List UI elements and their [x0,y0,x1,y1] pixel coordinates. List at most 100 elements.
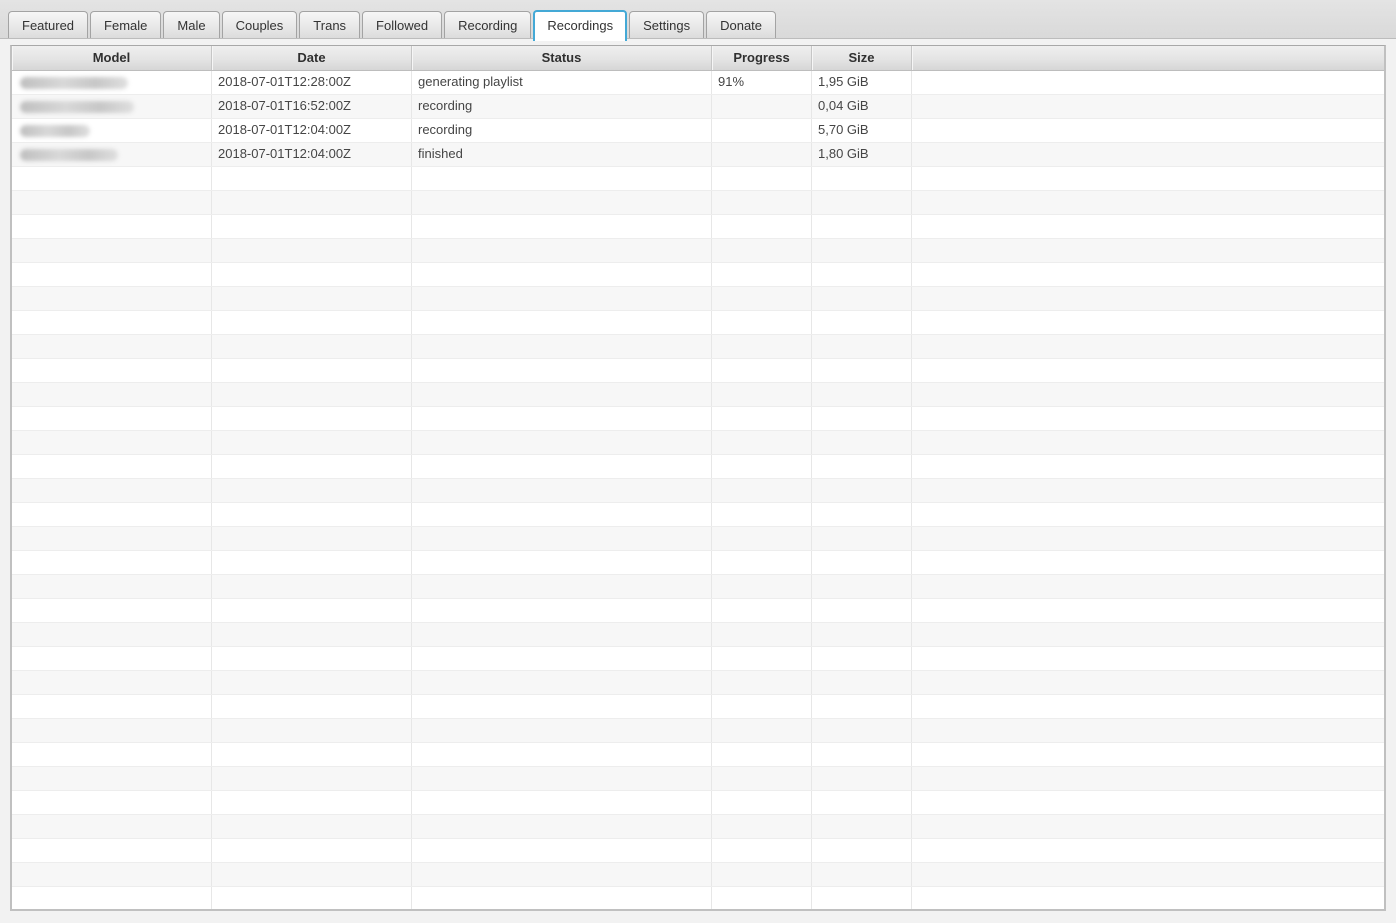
cell-date [212,695,412,718]
table-row[interactable] [12,599,1384,623]
table-row[interactable] [12,455,1384,479]
table-row[interactable] [12,215,1384,239]
cell-progress [712,359,812,382]
cell-size [812,431,912,454]
table-row[interactable] [12,719,1384,743]
table-row[interactable] [12,263,1384,287]
cell-model [12,383,212,406]
table-row[interactable] [12,359,1384,383]
cell-model [12,623,212,646]
tab-female[interactable]: Female [90,11,161,38]
table-row[interactable] [12,167,1384,191]
tab-male[interactable]: Male [163,11,219,38]
table-row[interactable] [12,287,1384,311]
cell-progress [712,311,812,334]
table-row[interactable] [12,863,1384,887]
cell-filler [912,671,1384,694]
column-header-size[interactable]: Size [812,46,912,70]
table-row[interactable]: 2018-07-01T16:52:00Zrecording0,04 GiB [12,95,1384,119]
cell-filler [912,239,1384,262]
cell-progress [712,839,812,862]
cell-date [212,431,412,454]
table-row[interactable] [12,503,1384,527]
table-row[interactable] [12,311,1384,335]
table-row[interactable] [12,815,1384,839]
cell-status [412,815,712,838]
cell-progress: 91% [712,71,812,94]
cell-model [12,167,212,190]
table-row[interactable] [12,527,1384,551]
cell-date [212,383,412,406]
cell-filler [912,119,1384,142]
cell-progress [712,599,812,622]
cell-date [212,791,412,814]
cell-progress [712,791,812,814]
tab-recordings[interactable]: Recordings [533,10,627,41]
cell-date [212,863,412,886]
tab-followed[interactable]: Followed [362,11,442,38]
table-row[interactable] [12,191,1384,215]
table-row[interactable] [12,431,1384,455]
table-row[interactable] [12,239,1384,263]
cell-status [412,455,712,478]
cell-model [12,191,212,214]
table-row[interactable] [12,479,1384,503]
cell-size [812,815,912,838]
tab-featured[interactable]: Featured [8,11,88,38]
cell-status [412,167,712,190]
cell-date [212,215,412,238]
cell-model [12,887,212,910]
tab-couples[interactable]: Couples [222,11,298,38]
tab-recording[interactable]: Recording [444,11,531,38]
column-header-model[interactable]: Model [12,46,212,70]
table-row[interactable] [12,407,1384,431]
cell-filler [912,287,1384,310]
tab-trans[interactable]: Trans [299,11,360,38]
table-row[interactable] [12,743,1384,767]
cell-status [412,383,712,406]
table-row[interactable] [12,575,1384,599]
cell-progress [712,503,812,526]
cell-date [212,407,412,430]
cell-size [812,527,912,550]
table-row[interactable] [12,695,1384,719]
table-row[interactable] [12,551,1384,575]
tab-settings[interactable]: Settings [629,11,704,38]
table-row[interactable] [12,767,1384,791]
cell-status [412,335,712,358]
table-row[interactable] [12,383,1384,407]
table-row[interactable] [12,671,1384,695]
cell-model [12,743,212,766]
table-row[interactable]: 2018-07-01T12:28:00Zgenerating playlist9… [12,71,1384,95]
cell-date [212,815,412,838]
cell-model [12,287,212,310]
cell-status [412,719,712,742]
cell-date [212,599,412,622]
cell-size [812,503,912,526]
table-row[interactable] [12,623,1384,647]
table-row[interactable] [12,791,1384,815]
table-row[interactable] [12,887,1384,911]
tab-donate[interactable]: Donate [706,11,776,38]
cell-status [412,287,712,310]
table-row[interactable] [12,839,1384,863]
table-row[interactable] [12,335,1384,359]
cell-filler [912,767,1384,790]
column-header-date[interactable]: Date [212,46,412,70]
table-row[interactable]: 2018-07-01T12:04:00Zfinished1,80 GiB [12,143,1384,167]
cell-filler [912,167,1384,190]
cell-status [412,551,712,574]
cell-progress [712,95,812,118]
cell-date [212,287,412,310]
column-header-status[interactable]: Status [412,46,712,70]
table-row[interactable]: 2018-07-01T12:04:00Zrecording5,70 GiB [12,119,1384,143]
cell-status [412,311,712,334]
cell-size: 1,80 GiB [812,143,912,166]
table-row[interactable] [12,647,1384,671]
cell-date [212,887,412,910]
cell-size [812,359,912,382]
cell-size [812,215,912,238]
cell-model [12,95,212,118]
column-header-progress[interactable]: Progress [712,46,812,70]
cell-date [212,551,412,574]
